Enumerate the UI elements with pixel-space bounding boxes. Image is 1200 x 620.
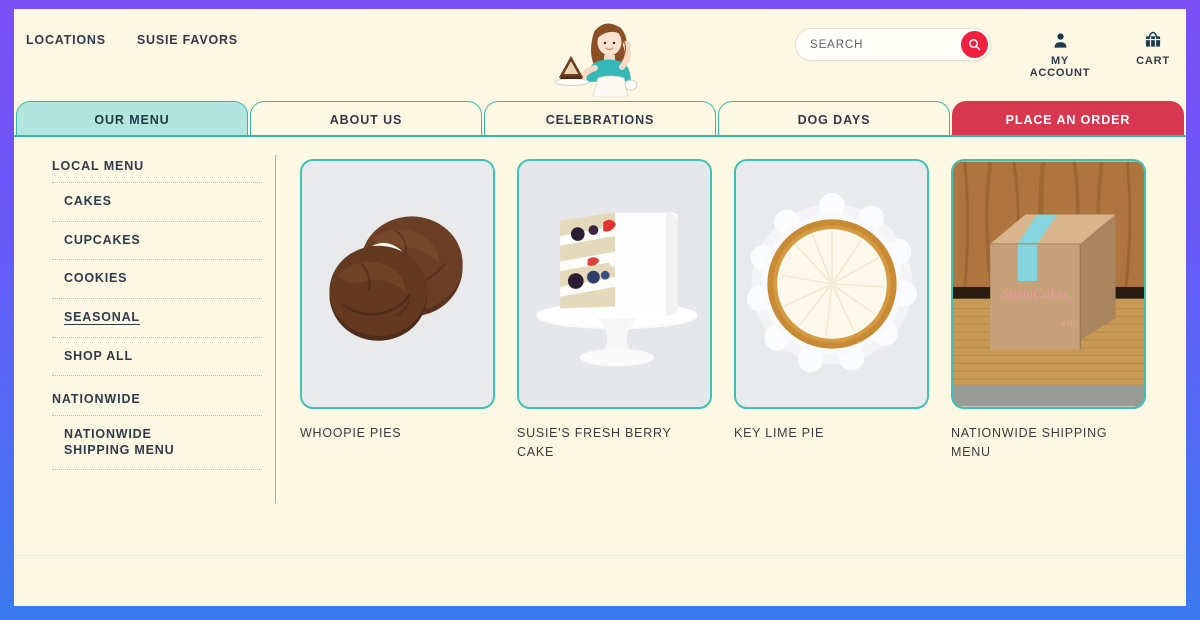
utility-nav: LOCATIONS SUSIE FAVORS <box>26 33 238 47</box>
sidebar-group-title-local-menu: LOCAL MENU <box>52 159 145 173</box>
search-input[interactable] <box>810 38 940 51</box>
svg-text:SusieCakes: SusieCakes <box>1002 287 1069 303</box>
product-card-susies-fresh-berry-cake[interactable]: SUSIE'S FRESH BERRY CAKE <box>517 159 712 557</box>
sidebar-item-cookies[interactable]: COOKIES <box>52 260 262 298</box>
category-sidebar: LOCAL MENU CAKES CUPCAKES COOKIES SEASON… <box>14 155 276 557</box>
sidebar-divider <box>52 469 262 471</box>
product-card-whoopie-pies[interactable]: WHOOPIE PIES <box>300 159 495 557</box>
shipping-box-image: SusieCakes est. <box>951 159 1146 409</box>
tab-about-us[interactable]: ABOUT US <box>250 101 482 137</box>
sidebar-item-cakes[interactable]: CAKES <box>52 183 262 221</box>
sidebar-group-title-nationwide: NATIONWIDE <box>52 392 141 407</box>
cart-button[interactable]: CART <box>1123 28 1183 67</box>
product-label-whoopie-pies: WHOOPIE PIES <box>300 426 402 440</box>
my-account-button[interactable]: MY ACCOUNT <box>1021 28 1099 79</box>
product-card-key-lime-pie[interactable]: KEY LIME PIE <box>734 159 929 557</box>
site-header: LOCATIONS SUSIE FAVORS SEARCH MY ACCOUNT… <box>14 9 1186 98</box>
search-icon <box>969 39 981 51</box>
product-label-key-lime-pie: KEY LIME PIE <box>734 426 825 440</box>
main-navigation-tabs: OUR MENU ABOUT US CELEBRATIONS DOG DAYS … <box>14 97 1186 137</box>
product-grid: WHOOPIE PIES SUSIE'S FRESH BERRY CAKE KE… <box>276 159 1186 557</box>
sidebar-item-cupcakes[interactable]: CUPCAKES <box>52 222 262 260</box>
page-frame: LOCATIONS SUSIE FAVORS SEARCH MY ACCOUNT… <box>14 9 1186 606</box>
svg-text:est.: est. <box>1061 317 1076 329</box>
sidebar-item-shop-all[interactable]: SHOP ALL <box>52 338 262 376</box>
product-label-nationwide-shipping-menu: NATIONWIDE SHIPPING MENU <box>951 426 1108 460</box>
sidebar-item-seasonal[interactable]: SEASONAL <box>52 299 262 337</box>
key-lime-pie-image <box>734 159 929 409</box>
search-submit-button[interactable] <box>961 31 988 58</box>
tab-place-an-order[interactable]: PLACE AN ORDER <box>952 101 1184 137</box>
utility-link-susie-favors[interactable]: SUSIE FAVORS <box>137 33 238 47</box>
tab-celebrations[interactable]: CELEBRATIONS <box>484 101 716 137</box>
product-label-susies-fresh-berry-cake: SUSIE'S FRESH BERRY CAKE <box>517 426 672 460</box>
whoopie-pies-image <box>300 159 495 409</box>
sidebar-item-nationwide-shipping-menu[interactable]: NATIONWIDE SHIPPING MENU <box>52 416 212 469</box>
tabs-underline <box>14 135 1186 137</box>
page-content: LOCAL MENU CAKES CUPCAKES COOKIES SEASON… <box>14 137 1186 557</box>
product-card-nationwide-shipping-menu[interactable]: SusieCakes est. NATIONWIDE SHIPPING MENU <box>951 159 1146 557</box>
susies-fresh-berry-cake-image <box>517 159 712 409</box>
basket-icon <box>1123 28 1183 52</box>
sidebar-vertical-divider <box>274 155 276 503</box>
tab-our-menu[interactable]: OUR MENU <box>16 101 248 137</box>
search-bar[interactable] <box>795 28 991 61</box>
utility-link-locations[interactable]: LOCATIONS <box>26 33 106 47</box>
footer-divider <box>14 555 1186 559</box>
cart-label: CART <box>1136 55 1170 67</box>
brand-logo[interactable] <box>550 15 654 98</box>
tab-dog-days[interactable]: DOG DAYS <box>718 101 950 137</box>
user-icon <box>1021 28 1099 52</box>
my-account-label: MY ACCOUNT <box>1029 55 1091 79</box>
